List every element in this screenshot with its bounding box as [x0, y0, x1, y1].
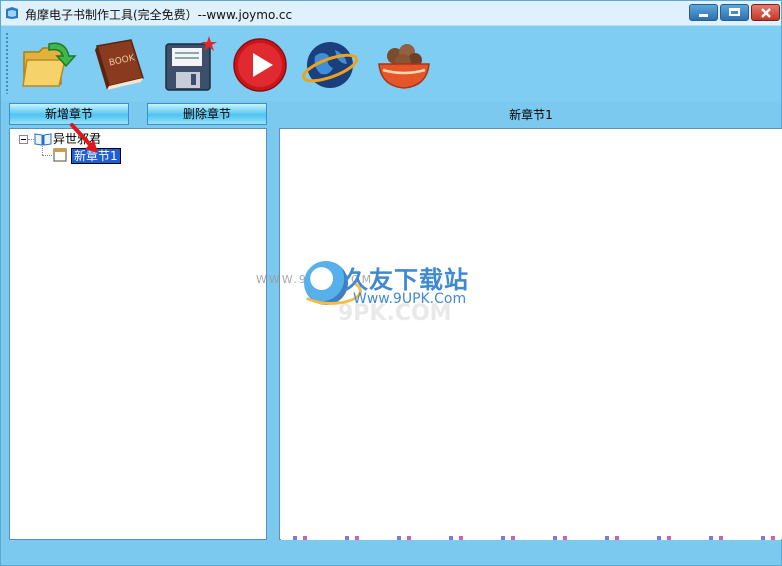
editor-title: 新章节1 — [509, 108, 553, 122]
editor-bottom-decoration — [281, 536, 781, 540]
book-node-icon — [34, 133, 52, 146]
watermark: WWW.9UPK.COM 9PK.COM 久友下载站 Www.9UPK.Com — [256, 259, 506, 329]
book-icon[interactable]: BOOK — [87, 34, 149, 96]
minimize-button[interactable] — [689, 4, 718, 21]
maximize-icon — [729, 8, 740, 16]
play-icon[interactable] — [229, 34, 291, 96]
app-window: 角摩电子书制作工具(完全免费）--www.joymo.cc BOOK 新增章节 … — [0, 0, 782, 566]
open-folder-icon[interactable] — [19, 34, 81, 96]
basket-icon[interactable] — [373, 34, 435, 96]
red-arrow-icon — [70, 123, 98, 153]
globe-icon[interactable] — [299, 34, 361, 96]
toolbar: BOOK — [1, 26, 781, 101]
maximize-button[interactable] — [720, 4, 749, 21]
watermark-url: Www.9UPK.Com — [353, 291, 467, 307]
save-disk-icon[interactable] — [158, 34, 220, 96]
chapter-editor[interactable] — [279, 128, 782, 540]
toolbar-grip[interactable] — [5, 32, 9, 94]
tree-connector — [42, 146, 43, 155]
window-title: 角摩电子书制作工具(完全免费）--www.joymo.cc — [25, 8, 293, 22]
add-chapter-button[interactable]: 新增章节 — [9, 103, 129, 125]
status-strip — [1, 543, 781, 565]
collapse-toggle-icon[interactable] — [19, 135, 28, 144]
delete-chapter-button[interactable]: 删除章节 — [147, 103, 267, 125]
page-node-icon — [53, 148, 67, 162]
close-button[interactable] — [751, 4, 780, 21]
watermark-brand: 久友下载站 — [344, 266, 469, 294]
chapter-tree[interactable]: 异世邪君 新章节1 — [9, 123, 267, 540]
tree-connector — [42, 155, 52, 156]
app-icon — [6, 7, 18, 19]
title-bar: 角摩电子书制作工具(完全免费）--www.joymo.cc — [1, 1, 781, 26]
minimize-icon — [699, 14, 708, 17]
close-icon — [761, 8, 771, 18]
